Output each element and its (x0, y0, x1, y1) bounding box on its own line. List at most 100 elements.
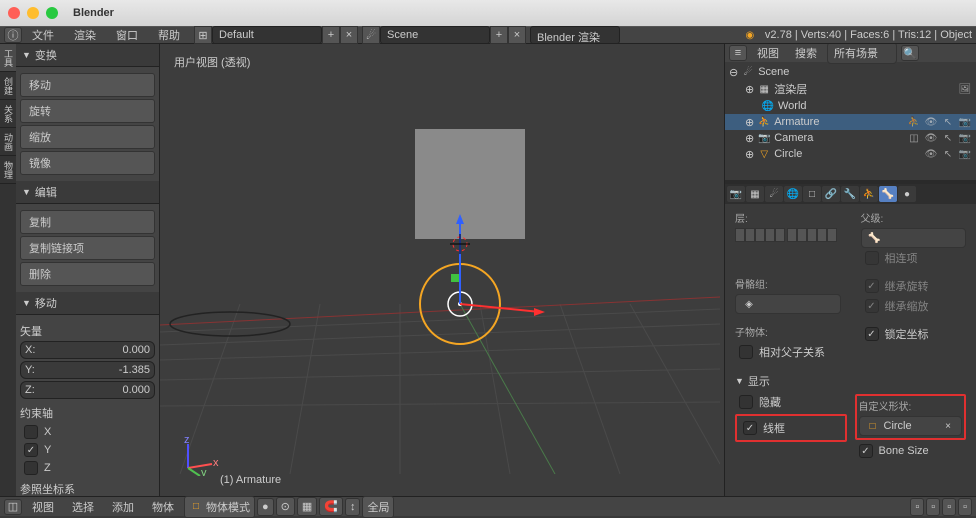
outliner-type-icon[interactable]: ≡ (729, 45, 747, 61)
prop-tab-bone[interactable]: 🦴 (879, 186, 897, 202)
prop-tab-modifiers[interactable]: 🔧 (841, 186, 859, 202)
manipulator-button[interactable]: ↕ (345, 498, 361, 516)
constraint-x-row[interactable]: X (20, 423, 155, 441)
scene-selector[interactable]: Scene (380, 26, 490, 44)
camera-icon[interactable]: 📷 (958, 147, 972, 161)
panel-edit-header[interactable]: ▼编辑 (16, 181, 159, 204)
outliner-menu-search[interactable]: 搜索 (789, 44, 823, 63)
link-duplicate-button[interactable]: 复制链接项 (20, 236, 155, 260)
panel-move-header[interactable]: ▼移动 (16, 292, 159, 315)
layout-add-button[interactable]: + (322, 26, 340, 44)
eye-icon[interactable]: 👁 (924, 115, 938, 129)
tool-tab-tools[interactable]: 工具 (0, 44, 16, 72)
tool-tab-animation[interactable]: 动画 (0, 128, 16, 156)
wireframe-checkbox[interactable] (743, 421, 757, 435)
scene-add-button[interactable]: + (490, 26, 508, 44)
shading-solid-button[interactable]: ● (257, 498, 274, 516)
menu-render[interactable]: 渲染 (64, 25, 106, 45)
scale-button[interactable]: 缩放 (20, 125, 155, 149)
view3d-type-icon[interactable]: ◫ (4, 499, 22, 515)
tree-world-row[interactable]: 🌐World (725, 98, 976, 114)
delete-button[interactable]: 删除 (20, 262, 155, 286)
menu-window[interactable]: 窗口 (106, 25, 148, 45)
camera-icon[interactable]: 📷 (958, 115, 972, 129)
eye-icon[interactable]: 👁 (924, 147, 938, 161)
prop-tab-world[interactable]: 🌐 (784, 186, 802, 202)
tree-renderlayers-row[interactable]: ⊕▦渲染层🖼 (725, 80, 976, 98)
prop-tab-object[interactable]: □ (803, 186, 821, 202)
prop-tab-material[interactable]: ● (898, 186, 916, 202)
footer-menu-object[interactable]: 物体 (144, 497, 182, 517)
rotate-button[interactable]: 旋转 (20, 99, 155, 123)
outliner-filter-dropdown[interactable]: 所有场景 (827, 44, 897, 64)
prop-tab-layers[interactable]: ▦ (746, 186, 764, 202)
viewport-option-4[interactable]: ▫ (958, 498, 972, 516)
footer-menu-add[interactable]: 添加 (104, 497, 142, 517)
relative-parent-checkbox[interactable] (865, 251, 879, 265)
display-panel-header[interactable]: ▼显示 (735, 370, 966, 392)
prop-tab-data[interactable]: ⛹ (860, 186, 878, 202)
tree-scene-row[interactable]: ⊖☄Scene (725, 64, 976, 80)
snap-button[interactable]: 🧲 (319, 497, 343, 516)
minimize-window-button[interactable] (27, 7, 39, 19)
outliner-search-icon[interactable]: 🔍 (901, 45, 919, 61)
clear-icon[interactable]: × (941, 419, 955, 433)
layout-browse-button[interactable]: ⊞ (194, 26, 212, 44)
tool-tab-relations[interactable]: 关系 (0, 100, 16, 128)
viewport-option-2[interactable]: ▫ (926, 498, 940, 516)
scene-remove-button[interactable]: × (508, 26, 526, 44)
pivot-button[interactable]: ⊙ (276, 497, 295, 516)
layout-remove-button[interactable]: × (340, 26, 358, 44)
scene-browse-button[interactable]: ☄ (362, 26, 380, 44)
viewport-option-1[interactable]: ▫ (910, 498, 924, 516)
prop-tab-scene[interactable]: ☄ (765, 186, 783, 202)
pose-icon[interactable]: ⛹ (907, 115, 921, 129)
tool-tab-physics[interactable]: 物理 (0, 156, 16, 184)
prop-tab-constraints[interactable]: 🔗 (822, 186, 840, 202)
y-field[interactable]: Y:-1.385 (20, 361, 155, 379)
constraint-y-row[interactable]: Y (20, 441, 155, 459)
3d-viewport[interactable]: 用户视图 (透视) (160, 44, 724, 496)
constraint-z-row[interactable]: Z (20, 459, 155, 477)
eye-icon[interactable]: 👁 (924, 131, 938, 145)
prop-tab-render[interactable]: 📷 (727, 186, 745, 202)
constraint-z-checkbox[interactable] (24, 461, 38, 475)
duplicate-button[interactable]: 复制 (20, 210, 155, 234)
relative-child-checkbox[interactable] (739, 345, 753, 359)
layer-grid[interactable] (735, 228, 841, 242)
close-window-button[interactable] (8, 7, 20, 19)
constraint-x-checkbox[interactable] (24, 425, 38, 439)
menu-file[interactable]: 文件 (22, 25, 64, 45)
panel-transform-header[interactable]: ▼变换 (16, 44, 159, 67)
mirror-button[interactable]: 镜像 (20, 151, 155, 175)
tool-tab-create[interactable]: 创建 (0, 72, 16, 100)
bone-size-checkbox[interactable] (859, 444, 873, 458)
tree-armature-row[interactable]: ⊕⛹Armature⛹👁↖📷 (725, 114, 976, 130)
layers-button[interactable]: ▦ (297, 497, 317, 516)
camera-sub-icon[interactable]: ◫ (907, 131, 921, 145)
constraint-y-checkbox[interactable] (24, 443, 38, 457)
mode-selector[interactable]: □物体模式 (184, 496, 255, 518)
x-field[interactable]: X:0.000 (20, 341, 155, 359)
cursor-icon[interactable]: ↖ (941, 131, 955, 145)
footer-menu-view[interactable]: 视图 (24, 497, 62, 517)
render-engine-selector[interactable]: Blender 渲染 (530, 26, 620, 44)
custom-shape-dropdown[interactable]: □Circle× (859, 416, 963, 436)
tree-circle-row[interactable]: ⊕▽Circle👁↖📷 (725, 146, 976, 162)
maximize-window-button[interactable] (46, 7, 58, 19)
bone-group-dropdown[interactable]: ◈ (735, 294, 841, 314)
inherit-scale-checkbox[interactable] (865, 299, 879, 313)
move-button[interactable]: 移动 (20, 73, 155, 97)
orientation-selector[interactable]: 全局 (362, 496, 394, 518)
layout-selector[interactable]: Default (212, 26, 322, 44)
viewport-option-3[interactable]: ▫ (942, 498, 956, 516)
tree-camera-row[interactable]: ⊕📷Camera◫👁↖📷 (725, 130, 976, 146)
render-icon[interactable]: 🖼 (958, 82, 972, 96)
lock-transform-checkbox[interactable] (865, 327, 879, 341)
outliner-menu-view[interactable]: 视图 (751, 44, 785, 63)
parent-dropdown[interactable]: 🦴 (861, 228, 967, 248)
hidden-checkbox[interactable] (739, 395, 753, 409)
z-field[interactable]: Z:0.000 (20, 381, 155, 399)
editor-type-icon[interactable]: ⓘ (4, 27, 22, 43)
menu-help[interactable]: 帮助 (148, 25, 190, 45)
